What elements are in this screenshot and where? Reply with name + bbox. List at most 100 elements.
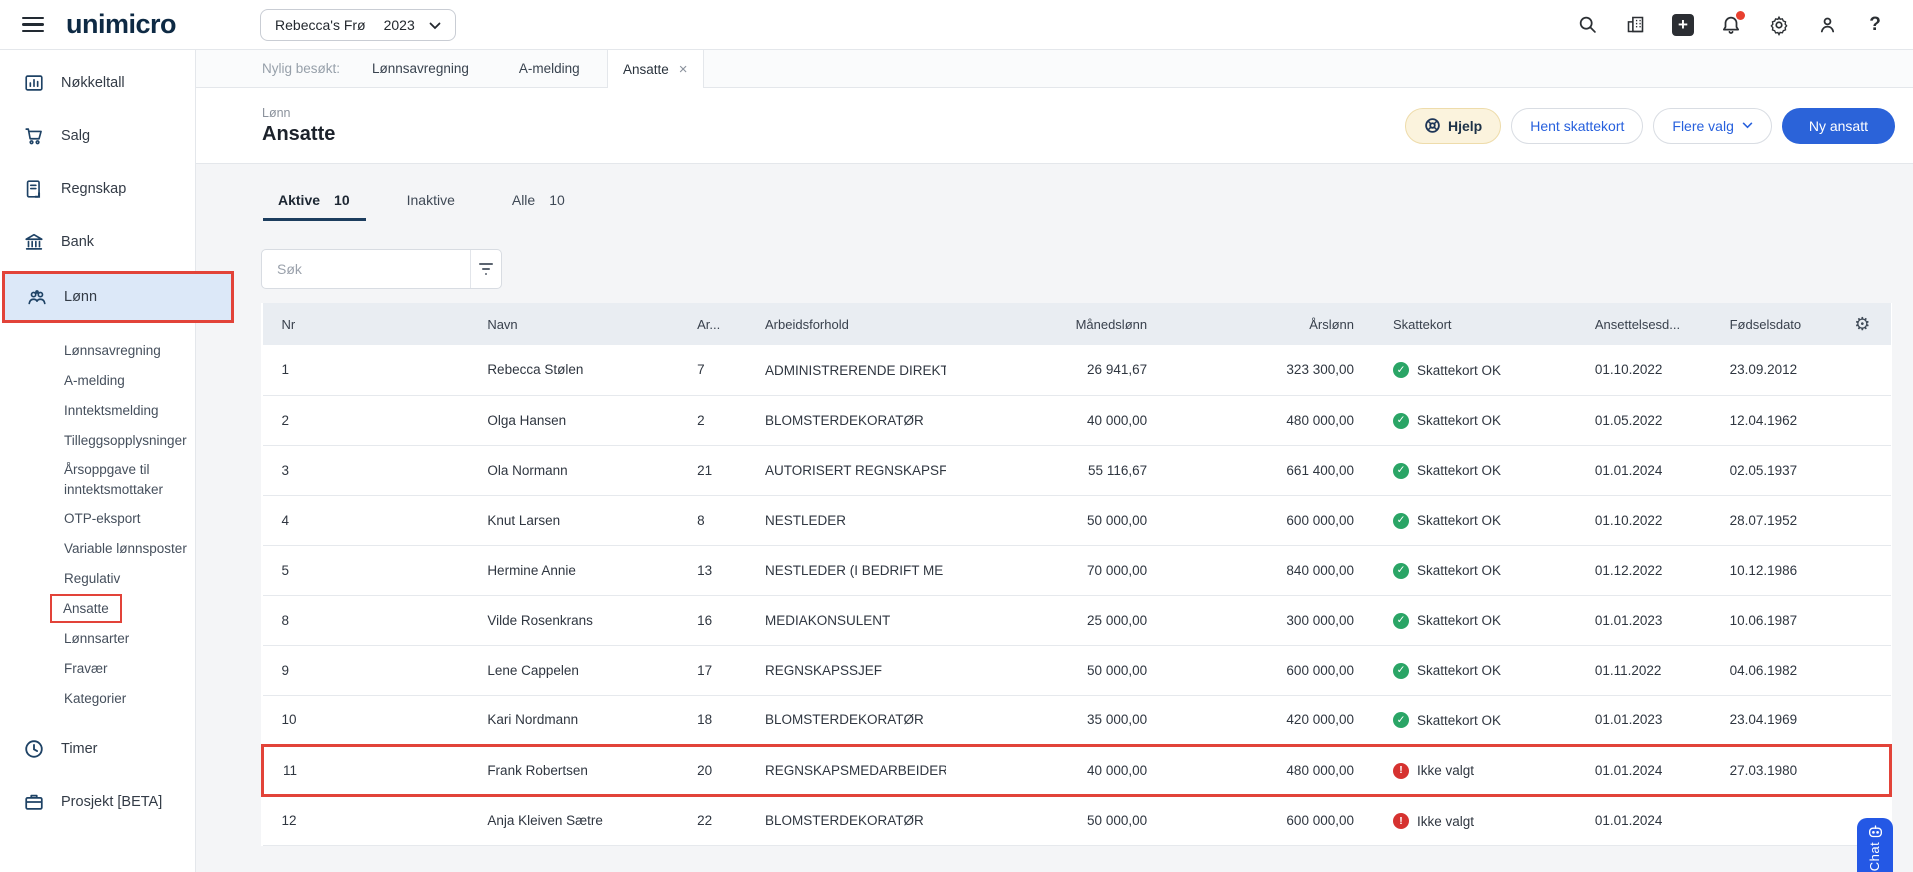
content-area: Aktive10 Inaktive Alle10 Nr Navn Ar... Arb…	[196, 163, 1913, 872]
employee-row-12[interactable]: 12Anja Kleiven Sætre22BLOMSTERDEKORATØR5…	[263, 795, 1891, 845]
recent-link-l-nnsavregning[interactable]: Lønnsavregning	[372, 61, 469, 76]
more-options-button[interactable]: Flere valg	[1653, 108, 1771, 144]
chat-widget[interactable]: Chat	[1857, 818, 1893, 872]
table-header-row: Nr Navn Ar... Arbeidsforhold Månedslønn …	[263, 303, 1891, 345]
cell-taxcard-status: !Ikke valgt	[1374, 795, 1576, 845]
cell-taxcard-status: ✓Skattekort OK	[1374, 645, 1576, 695]
help-button[interactable]: Hjelp	[1405, 108, 1501, 144]
cell-taxcard-status: ✓Skattekort OK	[1374, 345, 1576, 395]
cell-annual-salary: 480 000,00	[1167, 395, 1374, 445]
filter-icon[interactable]	[470, 250, 501, 288]
cell-name: Olga Hansen	[468, 395, 678, 445]
filter-tab-alle[interactable]: Alle10	[495, 184, 583, 221]
search-box	[261, 249, 502, 289]
help-question-icon[interactable]: ?	[1863, 13, 1887, 37]
company-building-icon[interactable]	[1623, 13, 1647, 37]
fetch-taxcards-button[interactable]: Hent skattekort	[1511, 108, 1643, 144]
cell-employment: BLOMSTERDEKORATØR	[746, 795, 966, 845]
sidebar-subitem-variable-l-nnsposter[interactable]: Variable lønnsposter	[64, 534, 195, 564]
new-employee-button[interactable]: Ny ansatt	[1782, 108, 1895, 144]
col-skattekort[interactable]: Skattekort	[1374, 303, 1576, 345]
briefcase-icon	[23, 791, 45, 813]
col-ansettelsesdato[interactable]: Ansettelsesd...	[1576, 303, 1711, 345]
cell-employment: REGNSKAPSSJEF	[746, 645, 966, 695]
cell-actions	[1835, 645, 1890, 695]
taxcard-status-label: Skattekort OK	[1417, 363, 1501, 378]
col-fodselsdato[interactable]: Fødselsdato	[1711, 303, 1836, 345]
sidebar-item-l-nn[interactable]: Lønn	[2, 271, 234, 323]
sidebar-item-regnskap[interactable]: Regnskap	[0, 165, 195, 213]
col-arbeidsforhold[interactable]: Arbeidsforhold	[746, 303, 966, 345]
employee-row-1[interactable]: 1Rebecca Stølen7ADMINISTRERENDE DIREKT26…	[263, 345, 1891, 395]
cell-hired-date: 01.01.2024	[1576, 795, 1711, 845]
breadcrumb-lonn: Lønn	[262, 106, 335, 120]
sidebar-item-n-kkeltall[interactable]: Nøkkeltall	[0, 59, 195, 107]
user-icon[interactable]	[1815, 13, 1839, 37]
employee-row-11[interactable]: 11Frank Robertsen20REGNSKAPSMEDARBEIDER4…	[263, 745, 1891, 795]
help-button-label: Hjelp	[1448, 118, 1482, 134]
cell-nr: 1	[263, 345, 469, 395]
plus-icon[interactable]: +	[1671, 13, 1695, 37]
cell-monthly-salary: 50 000,00	[966, 645, 1167, 695]
sidebar-item-timer[interactable]: Timer	[0, 725, 195, 773]
filter-tab-count: 10	[334, 192, 350, 208]
col-manedslonn[interactable]: Månedslønn	[966, 303, 1167, 345]
cell-hired-date: 01.10.2022	[1576, 495, 1711, 545]
sidebar-subitem-kategorier[interactable]: Kategorier	[64, 684, 195, 714]
topbar-actions: + ?	[1575, 13, 1887, 37]
sidebar-subitem-l-nnsavregning[interactable]: Lønnsavregning	[64, 336, 195, 366]
search-input[interactable]	[262, 261, 470, 277]
settings-gear-icon[interactable]	[1767, 13, 1791, 37]
check-circle-icon: ✓	[1393, 663, 1409, 679]
sidebar-subitem-otp-eksport[interactable]: OTP-eksport	[64, 504, 195, 534]
sidebar-subitem-ansatte[interactable]: Ansatte	[64, 594, 195, 624]
column-settings-gear-icon[interactable]: ⚙	[1854, 314, 1870, 334]
sidebar-item-bank[interactable]: Bank	[0, 218, 195, 266]
taxcard-status-label: Skattekort OK	[1417, 463, 1501, 478]
employee-row-10[interactable]: 10Kari Nordmann18BLOMSTERDEKORATØR35 000…	[263, 695, 1891, 745]
col-arslonn[interactable]: Årslønn	[1167, 303, 1374, 345]
tab-ansatte[interactable]: Ansatte ×	[607, 49, 704, 88]
employee-row-4[interactable]: 4Knut Larsen8NESTLEDER50 000,00600 000,0…	[263, 495, 1891, 545]
cell-years: 18	[678, 695, 746, 745]
employee-row-9[interactable]: 9Lene Cappelen17REGNSKAPSSJEF50 000,0060…	[263, 645, 1891, 695]
employee-row-3[interactable]: 3Ola Normann21AUTORISERT REGNSKAPSF55 11…	[263, 445, 1891, 495]
employee-row-8[interactable]: 8Vilde Rosenkrans16MEDIAKONSULENT25 000,…	[263, 595, 1891, 645]
close-icon[interactable]: ×	[679, 61, 688, 78]
col-navn[interactable]: Navn	[468, 303, 678, 345]
company-selector[interactable]: Rebecca's Frø 2023	[260, 9, 456, 41]
cell-actions	[1835, 545, 1890, 595]
sidebar-item-salg[interactable]: Salg	[0, 112, 195, 160]
sidebar-subitem-a-melding[interactable]: A-melding	[64, 366, 195, 396]
cell-monthly-salary: 26 941,67	[966, 345, 1167, 395]
employees-table: Nr Navn Ar... Arbeidsforhold Månedslønn …	[261, 303, 1892, 846]
cell-taxcard-status: ✓Skattekort OK	[1374, 495, 1576, 545]
cell-employment: AUTORISERT REGNSKAPSF	[746, 445, 966, 495]
col-nr[interactable]: Nr	[263, 303, 469, 345]
cell-taxcard-status: ✓Skattekort OK	[1374, 445, 1576, 495]
sidebar-subitem-tilleggsopplysninger[interactable]: Tilleggsopplysninger	[64, 426, 195, 456]
sidebar-subitem-l-nnsarter[interactable]: Lønnsarter	[64, 624, 195, 654]
employee-row-2[interactable]: 2Olga Hansen2BLOMSTERDEKORATØR40 000,004…	[263, 395, 1891, 445]
notifications-bell-icon[interactable]	[1719, 13, 1743, 37]
sidebar-subitem-frav-r[interactable]: Fravær	[64, 654, 195, 684]
cell-annual-salary: 600 000,00	[1167, 795, 1374, 845]
filter-tab-inaktive[interactable]: Inaktive	[390, 184, 473, 221]
cell-taxcard-status: ✓Skattekort OK	[1374, 595, 1576, 645]
recent-link-a-melding[interactable]: A-melding	[519, 61, 580, 76]
sidebar-item-label: Regnskap	[61, 181, 126, 197]
sidebar-subitem-rsoppgave-til-inntektsmottaker[interactable]: Årsoppgave til inntektsmottaker	[64, 456, 186, 504]
employee-row-5[interactable]: 5Hermine Annie13NESTLEDER (I BEDRIFT ME7…	[263, 545, 1891, 595]
col-ar[interactable]: Ar...	[678, 303, 746, 345]
hamburger-menu-icon[interactable]	[22, 17, 44, 33]
cell-name: Anja Kleiven Sætre	[468, 795, 678, 845]
sidebar-subitem-inntektsmelding[interactable]: Inntektsmelding	[64, 396, 195, 426]
search-icon[interactable]	[1575, 13, 1599, 37]
filter-tab-label: Inaktive	[407, 192, 455, 208]
cell-employment: NESTLEDER (I BEDRIFT ME	[746, 545, 966, 595]
sidebar-subitem-regulativ[interactable]: Regulativ	[64, 564, 195, 594]
filter-tab-aktive[interactable]: Aktive10	[261, 184, 368, 221]
cell-name: Knut Larsen	[468, 495, 678, 545]
cell-years: 20	[678, 745, 746, 795]
sidebar-item-prosjekt-beta[interactable]: Prosjekt [BETA]	[0, 778, 195, 826]
